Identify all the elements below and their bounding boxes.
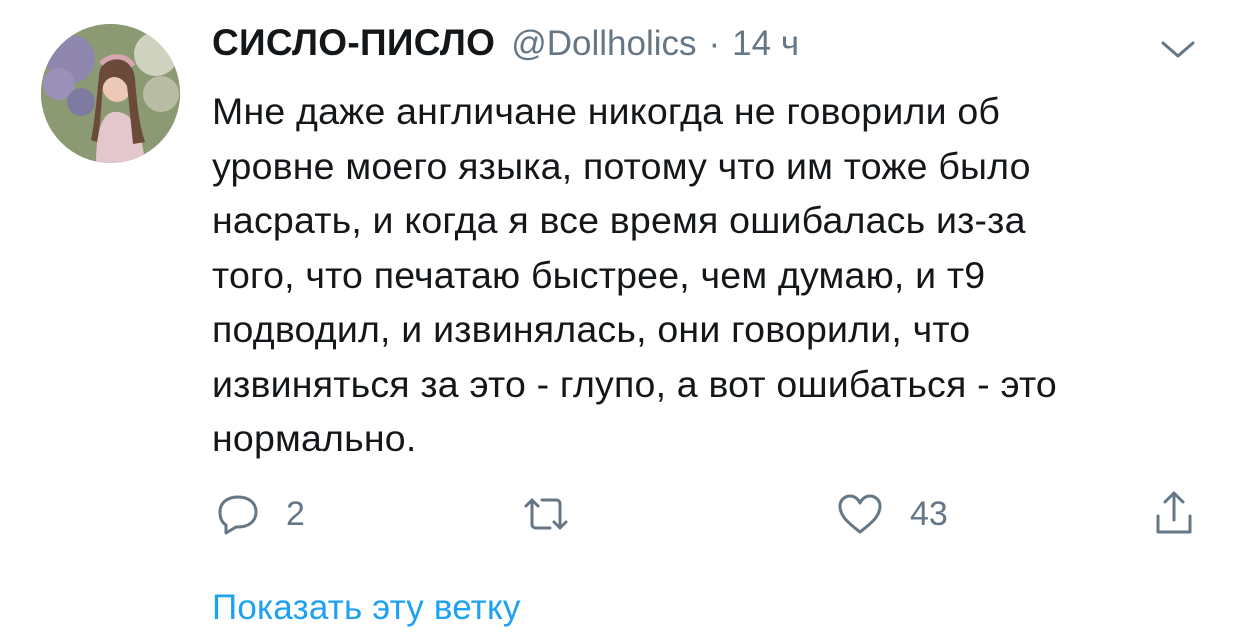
avatar[interactable] (41, 24, 180, 163)
tweet-actions: 2 43 (212, 488, 1212, 540)
like-count: 43 (910, 494, 948, 533)
author-handle[interactable]: @Dollholics (511, 24, 696, 64)
share-button[interactable] (1152, 488, 1196, 540)
tweet-text: Мне даже англичане никогда не говорили о… (212, 90, 1057, 459)
reply-count: 2 (286, 494, 305, 533)
separator-dot: · (708, 24, 721, 63)
share-icon (1152, 490, 1196, 538)
show-thread-link[interactable]: Показать эту ветку (212, 588, 521, 628)
heart-icon (836, 492, 884, 536)
author-display-name[interactable]: СИСЛО-ПИСЛО (212, 22, 495, 64)
tweet-timestamp[interactable]: 14 ч (732, 24, 799, 64)
chevron-down-icon[interactable] (1158, 36, 1198, 62)
tweet-card[interactable]: СИСЛО-ПИСЛО @Dollholics · 14 ч Мне даже … (0, 0, 1242, 642)
like-button[interactable]: 43 (836, 488, 948, 540)
retweet-icon (520, 492, 572, 536)
reply-icon (216, 492, 260, 536)
retweet-button[interactable] (520, 488, 598, 540)
tweet-header: СИСЛО-ПИСЛО @Dollholics · 14 ч (212, 22, 799, 74)
reply-button[interactable]: 2 (216, 488, 305, 540)
